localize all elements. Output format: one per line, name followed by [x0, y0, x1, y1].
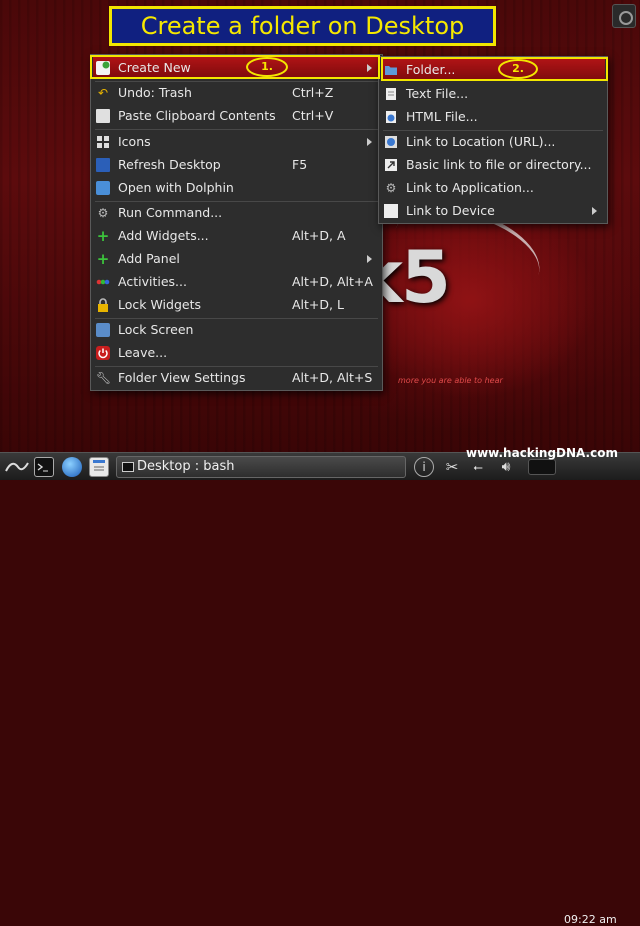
menu-item-label: Refresh Desktop — [118, 157, 221, 172]
desktop-toolbox-icon[interactable] — [612, 4, 636, 28]
clock[interactable]: 09:22 am — [564, 913, 617, 926]
device-icon — [384, 204, 398, 218]
menu-shortcut: Alt+D, Alt+A — [292, 274, 373, 289]
title-banner: Create a folder on Desktop — [109, 6, 496, 46]
menu-item-label: Add Panel — [118, 251, 180, 266]
power-icon — [96, 346, 110, 360]
menu-item-label: Basic link to file or directory... — [406, 157, 592, 172]
menu-item-create-new[interactable]: Create New — [93, 57, 380, 79]
menu-item-run-command[interactable]: ⚙ Run Command... — [93, 202, 380, 224]
submenu-item-link-to-application[interactable]: ⚙ Link to Application... — [381, 177, 605, 199]
gear-icon: ⚙ — [385, 181, 397, 195]
menu-item-open-with-dolphin[interactable]: Open with Dolphin — [93, 177, 380, 199]
refresh-desktop-icon — [96, 158, 110, 172]
menu-item-label: Activities... — [118, 274, 187, 289]
menu-item-label: Add Widgets... — [118, 228, 209, 243]
menu-shortcut: F5 — [292, 157, 308, 172]
menu-separator — [95, 129, 378, 130]
menu-item-label: Folder... — [406, 62, 456, 77]
menu-shortcut: Alt+D, A — [292, 228, 346, 243]
menu-item-label: Lock Screen — [118, 322, 194, 337]
menu-item-activities[interactable]: Activities... Alt+D, Alt+A — [93, 271, 380, 293]
taskbar-task-desktop-bash[interactable]: Desktop : bash — [116, 456, 406, 478]
activities-dots-icon — [96, 275, 110, 289]
link-location-icon — [384, 135, 398, 149]
document-new-icon — [96, 61, 110, 75]
menu-item-label: Folder View Settings — [118, 370, 246, 385]
notes-icon[interactable] — [89, 457, 109, 477]
menu-item-add-widgets[interactable]: + Add Widgets... Alt+D, A — [93, 225, 380, 247]
terminal-small-icon — [122, 462, 134, 472]
menu-item-lock-widgets[interactable]: Lock Widgets Alt+D, L — [93, 294, 380, 316]
submenu-item-link-to-device[interactable]: Link to Device — [381, 200, 605, 222]
create-new-submenu: Folder... Text File... HTML File... Link… — [378, 56, 608, 224]
wrench-icon: 🔧︎ — [96, 371, 112, 385]
menu-item-label: Create New — [118, 60, 191, 75]
info-icon[interactable]: i — [414, 457, 434, 477]
scissors-icon[interactable]: ✂ — [442, 457, 462, 477]
plus-icon: + — [96, 227, 110, 245]
menu-item-add-panel[interactable]: + Add Panel — [93, 248, 380, 270]
desktop-context-menu: Create New ↶ Undo: Trash Ctrl+Z Paste Cl… — [90, 54, 383, 391]
usb-icon[interactable]: ⭠ — [468, 457, 488, 477]
menu-item-label: Run Command... — [118, 205, 223, 220]
menu-item-label: Icons — [118, 134, 151, 149]
icons-grid-icon — [96, 135, 110, 149]
terminal-icon[interactable] — [34, 457, 54, 477]
menu-shortcut: Ctrl+V — [292, 108, 334, 123]
menu-item-label: Link to Device — [406, 203, 495, 218]
plus-icon: + — [96, 250, 110, 268]
menu-item-lock-screen[interactable]: Lock Screen — [93, 319, 380, 341]
menu-item-label: Open with Dolphin — [118, 180, 234, 195]
submenu-item-link-to-location[interactable]: Link to Location (URL)... — [381, 131, 605, 153]
submenu-arrow-icon — [367, 255, 372, 263]
menu-item-folder-view-settings[interactable]: 🔧︎ Folder View Settings Alt+D, Alt+S — [93, 367, 380, 389]
menu-item-label: HTML File... — [406, 109, 478, 124]
menu-item-paste-clipboard[interactable]: Paste Clipboard Contents Ctrl+V — [93, 105, 380, 127]
menu-item-label: Text File... — [406, 86, 469, 101]
step2-label: 2. — [498, 59, 538, 79]
menu-shortcut: Alt+D, Alt+S — [292, 370, 373, 385]
submenu-item-html-file[interactable]: HTML File... — [381, 106, 605, 128]
wallpaper-tagline: more you are able to hear — [398, 376, 503, 385]
pager-icon[interactable] — [528, 459, 556, 475]
menu-item-label: Paste Clipboard Contents — [118, 108, 276, 123]
volume-icon[interactable]: 🔊︎ — [496, 457, 516, 477]
browser-globe-icon[interactable] — [62, 457, 82, 477]
menu-item-leave[interactable]: Leave... — [93, 342, 380, 364]
task-label: Desktop : bash — [137, 459, 235, 474]
submenu-arrow-icon — [367, 138, 372, 146]
menu-item-icons[interactable]: Icons — [93, 131, 380, 153]
menu-item-label: Leave... — [118, 345, 168, 360]
submenu-item-folder[interactable]: Folder... — [381, 59, 605, 81]
menu-item-refresh-desktop[interactable]: Refresh Desktop F5 — [93, 154, 380, 176]
undo-icon: ↶ — [97, 86, 109, 100]
submenu-arrow-icon — [367, 64, 372, 72]
submenu-item-basic-link[interactable]: Basic link to file or directory... — [381, 154, 605, 176]
menu-shortcut: Ctrl+Z — [292, 85, 334, 100]
menu-item-undo-trash[interactable]: ↶ Undo: Trash Ctrl+Z — [93, 82, 380, 104]
kde-menu-icon[interactable] — [4, 457, 30, 477]
menu-item-label: Lock Widgets — [118, 297, 202, 312]
gear-icon: ⚙ — [97, 206, 109, 220]
submenu-item-text-file[interactable]: Text File... — [381, 83, 605, 105]
folder-icon — [384, 63, 398, 77]
menu-item-label: Undo: Trash — [118, 85, 192, 100]
dolphin-icon — [96, 181, 110, 195]
menu-item-label: Link to Application... — [406, 180, 534, 195]
link-file-icon — [384, 158, 398, 172]
text-file-icon — [384, 87, 398, 101]
lock-icon — [96, 298, 110, 312]
step1-label: 1. — [246, 57, 288, 77]
lock-screen-icon — [96, 323, 110, 337]
html-file-icon — [384, 110, 398, 124]
submenu-arrow-icon — [592, 207, 597, 215]
menu-shortcut: Alt+D, L — [292, 297, 344, 312]
watermark: www.hackingDNA.com — [466, 446, 618, 460]
menu-item-label: Link to Location (URL)... — [406, 134, 556, 149]
paste-icon — [96, 109, 110, 123]
